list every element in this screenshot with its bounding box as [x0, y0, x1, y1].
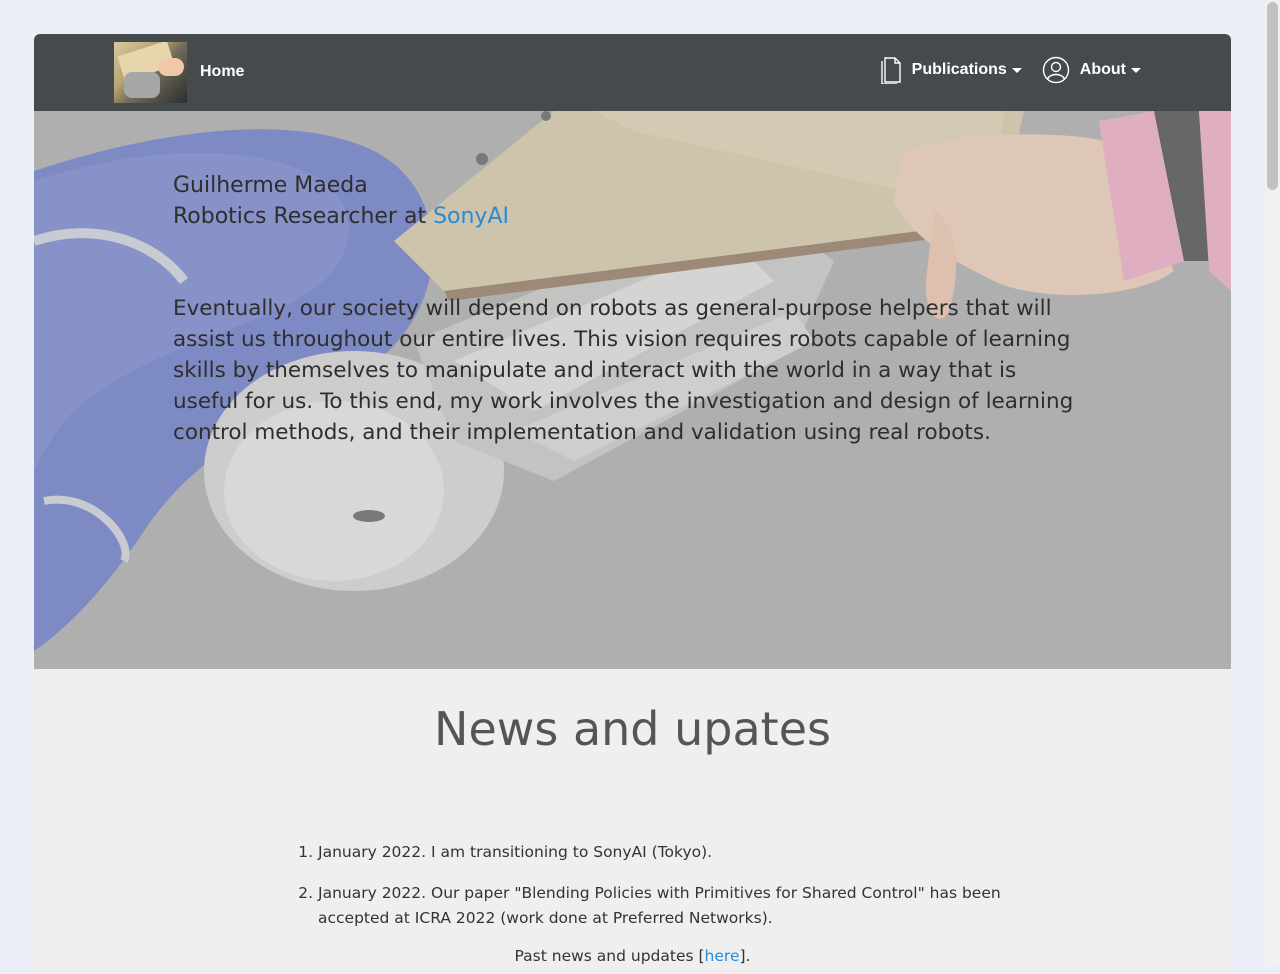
chevron-down-icon — [1131, 67, 1141, 73]
nav-home-link[interactable]: Home — [200, 63, 244, 81]
news-list: January 2022. I am transitioning to Sony… — [302, 840, 1018, 947]
research-statement: Eventually, our society will depend on r… — [173, 296, 1074, 445]
chevron-down-icon — [1011, 67, 1022, 73]
news-item: January 2022. Our paper "Blending Polici… — [318, 881, 1018, 931]
navbar: Home Publications About — [34, 34, 1231, 111]
nav-about-dropdown[interactable]: About — [1042, 56, 1141, 84]
past-news-line: Past news and updates [here]. — [514, 947, 751, 965]
past-news-link[interactable]: here — [705, 947, 740, 965]
sonyai-link[interactable]: SonyAI — [433, 204, 509, 229]
page-container: Home Publications About Guilherme Maeda … — [34, 34, 1231, 974]
scrollbar-thumb[interactable] — [1267, 2, 1278, 190]
hero-banner: Guilherme Maeda Robotics Researcher at S… — [34, 111, 1231, 669]
nav-about-label: About — [1079, 61, 1126, 78]
scrollbar[interactable] — [1265, 0, 1280, 964]
researcher-role: Robotics Researcher at SonyAI — [173, 204, 509, 229]
nav-publications-dropdown[interactable]: Publications — [880, 56, 1022, 84]
researcher-name: Guilherme Maeda — [173, 173, 368, 198]
news-item: January 2022. I am transitioning to Sony… — [318, 840, 1018, 865]
news-section-title: News and upates — [434, 702, 831, 756]
nav-publications-label: Publications — [911, 61, 1007, 78]
user-icon — [1042, 56, 1069, 84]
hero-heading: Guilherme Maeda Robotics Researcher at S… — [173, 170, 509, 232]
site-logo[interactable] — [114, 42, 187, 103]
document-icon — [880, 57, 901, 84]
